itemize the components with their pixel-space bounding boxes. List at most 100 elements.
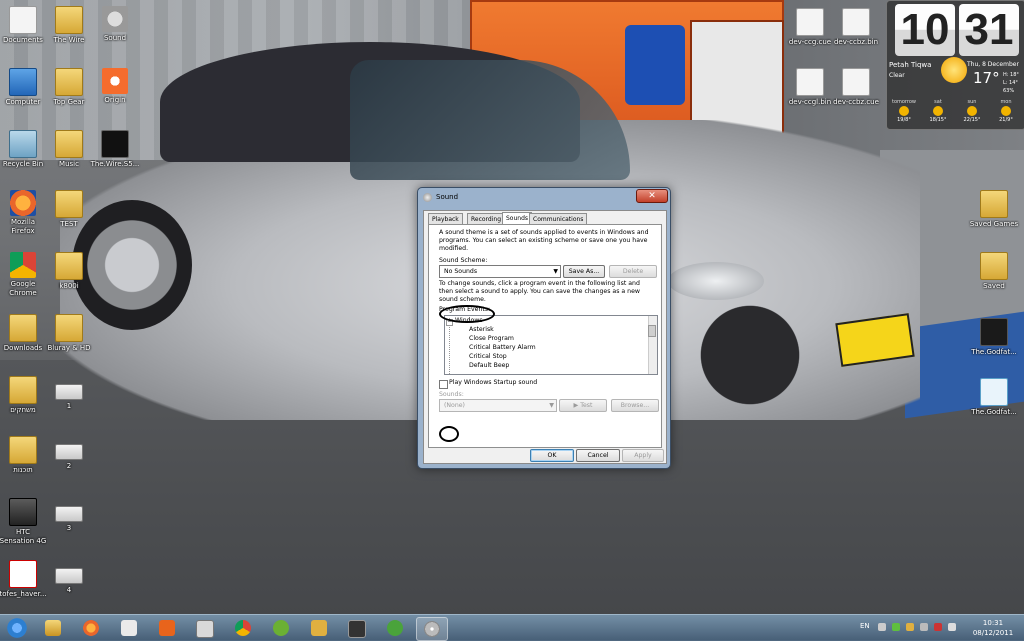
delete-button[interactable]: Delete [609,265,657,278]
pen-icon [311,620,327,636]
taskbar-item-speaker[interactable] [342,617,372,639]
sound-scheme-label: Sound Scheme: [439,257,488,264]
media-player-icon [121,620,137,636]
start-button[interactable] [2,616,32,640]
desktop-icon-godfather-video[interactable]: The.Godfat... [962,318,1024,357]
recycle-bin-icon [9,130,37,158]
instructions-text: To change sounds, click a program event … [439,280,640,303]
desktop-icon-the-wire-s5[interactable]: The.Wire.S5... [83,130,147,169]
weather-temperature: 17° [973,69,1000,87]
desktop-icon-1[interactable]: 1 [37,376,101,411]
sun-icon [899,106,909,116]
list-item[interactable]: Default Beep [469,361,509,370]
ok-button[interactable]: OK [530,449,574,462]
desktop-icon-bluray-hd[interactable]: Bluray & HD [37,314,101,353]
show-hidden-icons-icon[interactable] [878,623,886,631]
list-item[interactable]: Close Program [469,334,514,343]
folder-icon [980,190,1008,218]
desktop-icon-saved[interactable]: Saved [962,252,1024,291]
browse-button[interactable]: Browse... [611,399,659,412]
desktop-icon-3[interactable]: 3 [37,498,101,533]
tree-line [449,318,451,374]
clock-date[interactable]: 08/12/2011 [966,629,1020,637]
tray-alert-icon[interactable] [934,623,942,631]
forecast-day: tomorrow 19/8° [891,99,916,123]
phone-icon [9,498,37,526]
taskbar-item-calendar[interactable] [190,617,220,639]
taskbar-item-xbox[interactable] [266,617,296,639]
sounds-select[interactable]: (None) ▼ [439,399,557,412]
webcam-icon [55,384,83,400]
chevron-down-icon: ▼ [549,402,554,409]
sounds-value: (None) [444,402,465,409]
taskbar-item-chrome[interactable] [228,617,258,639]
hbo-video-icon [101,130,129,158]
desktop-icon-origin[interactable]: Origin [83,68,147,105]
weather-city: Petah Tiqwa [889,61,932,69]
desktop-icon-4[interactable]: 4 [37,560,101,595]
desktop-icon-test[interactable]: TEST [37,190,101,229]
desktop-icon-saved-games[interactable]: Saved Games [962,190,1024,229]
taskbar-item-mail[interactable] [152,617,182,639]
taskbar-item-firefox[interactable] [76,617,106,639]
weather-condition: Clear [889,72,905,79]
network-icon[interactable] [920,623,928,631]
weather-high: H: 18° [1003,72,1019,78]
taskbar-item-explorer[interactable] [38,617,68,639]
intro-text: A sound theme is a set of sounds applied… [439,229,649,252]
desktop-icon-2[interactable]: 2 [37,436,101,471]
taskbar-item-pen[interactable] [304,617,334,639]
sound-dialog: Sound ✕ Playback Recording Sounds Commun… [417,187,671,469]
computer-icon [9,68,37,96]
language-indicator[interactable]: EN [860,622,870,630]
document-icon [796,8,824,36]
taskbar-item-sound-dialog[interactable] [416,617,448,641]
pdf-icon [9,560,37,588]
weather-clock-gadget[interactable]: 10 31 Petah Tiqwa Clear Thu, 8 December … [886,0,1024,130]
dialog-title: Sound [436,193,459,201]
desktop-icon-dev-ccbz-cue[interactable]: dev-ccbz.cue [824,68,888,107]
desktop-icon-k800i[interactable]: k800i [37,252,101,291]
weather-date: Thu, 8 December [967,61,1019,68]
document-icon [796,68,824,96]
speaker-icon [423,193,432,202]
forecast-day: sun 22/15° [963,99,981,123]
events-scrollbar[interactable] [648,316,657,374]
program-events-list[interactable]: − Windows Asterisk Close Program Critica… [444,315,658,375]
list-item[interactable]: Critical Battery Alarm [469,343,536,352]
speaker-icon [102,6,128,32]
list-item[interactable]: Critical Stop [469,352,507,361]
clock-time[interactable]: 10:31 [972,619,1014,627]
weather-humidity: 63% [1003,88,1015,94]
wallpaper-car-headlight [668,262,764,300]
volume-icon[interactable] [948,623,956,631]
sun-icon [1001,106,1011,116]
startup-sound-checkbox[interactable] [439,380,448,389]
tray-app-icon[interactable] [892,623,900,631]
taskbar-item-utorrent[interactable] [380,617,410,639]
clock-minute: 31 [959,4,1019,56]
desktop-icon-dev-ccbz-bin[interactable]: dev-ccbz.bin [824,8,888,47]
scrollbar-thumb[interactable] [648,325,656,337]
test-button[interactable]: ▶ Test [559,399,607,412]
chevron-down-icon: ▼ [553,268,558,275]
save-as-button[interactable]: Save As... [563,265,605,278]
tray-app-icon[interactable] [906,623,914,631]
folder-icon [55,190,83,218]
sound-scheme-select[interactable]: No Sounds ▼ [439,265,561,278]
folder-icon [980,252,1008,280]
marker-circle-annotation [439,305,495,323]
firefox-icon [10,190,36,216]
apply-button[interactable]: Apply [622,449,664,462]
taskbar-item-media-player[interactable] [114,617,144,639]
firefox-icon [83,620,99,636]
origin-icon [102,68,128,94]
forecast-day: mon 21/9° [999,99,1013,123]
webcam-icon [55,444,83,460]
desktop-icon-godfather-shortcut[interactable]: The.Godfat... [962,378,1024,417]
desktop-icon-sound[interactable]: Sound [83,6,147,43]
close-button[interactable]: ✕ [636,189,668,203]
speaker-icon [348,620,366,638]
cancel-button[interactable]: Cancel [576,449,620,462]
list-item[interactable]: Asterisk [469,325,494,334]
